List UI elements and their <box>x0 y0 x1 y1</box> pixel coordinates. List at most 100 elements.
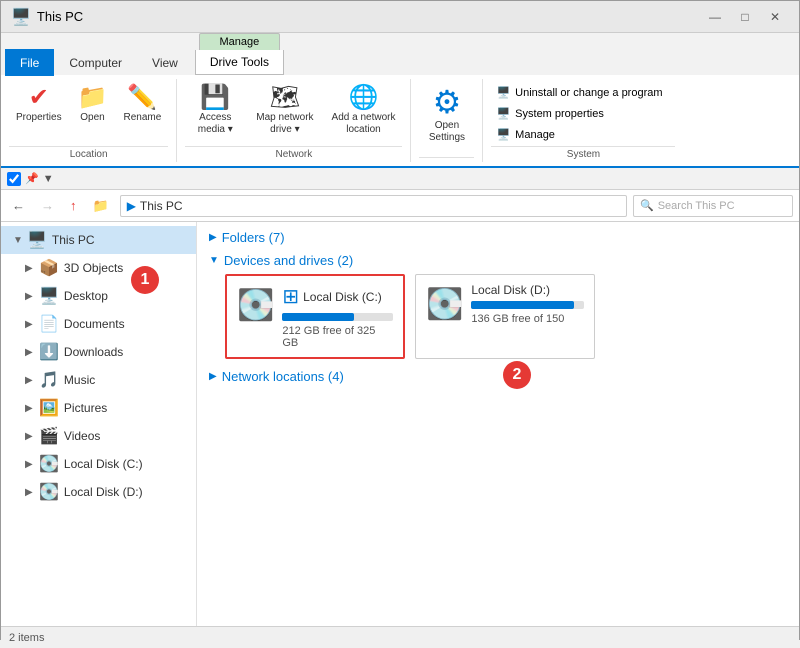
tab-computer[interactable]: Computer <box>54 49 137 76</box>
item-label: Pictures <box>64 401 107 415</box>
title-bar-icon: 🖥️ <box>11 7 31 27</box>
item-icon: 🖥️ <box>39 286 59 306</box>
address-text: This PC <box>140 199 183 213</box>
up-button[interactable]: ↑ <box>65 195 82 216</box>
drives-section-header[interactable]: ▼ Devices and drives (2) <box>209 253 787 268</box>
windows-icon: ⊞ <box>282 284 299 309</box>
item-label: Local Disk (C:) <box>64 457 143 471</box>
sidebar-item-documents[interactable]: ▶📄Documents <box>1 310 196 338</box>
map-drive-label: Map networkdrive ▾ <box>256 112 313 136</box>
properties-button[interactable]: ✔ Properties <box>9 83 69 127</box>
system-properties-label: System properties <box>515 108 604 120</box>
item-label: Music <box>64 373 95 387</box>
drive-card-d[interactable]: 💽 Local Disk (D:) 136 GB free of 150 <box>415 274 595 359</box>
add-network-location-button[interactable]: 🌐 Add a networklocation <box>325 83 403 139</box>
sidebar-item-local-disk-(d:)[interactable]: ▶💽Local Disk (D:) <box>1 478 196 506</box>
add-network-label: Add a networklocation <box>332 112 396 136</box>
maximize-button[interactable]: □ <box>731 6 759 28</box>
location-buttons: ✔ Properties 📁 Open ✏️ Rename <box>9 83 168 144</box>
main-content: ▼🖥️This PC▶📦3D Objects▶🖥️Desktop▶📄Docume… <box>1 222 799 626</box>
open-settings-button[interactable]: ⚙ OpenSettings <box>419 83 474 147</box>
search-placeholder: Search This PC <box>658 200 735 212</box>
sidebar-item-this-pc[interactable]: ▼🖥️This PC <box>1 226 196 254</box>
folders-section-header[interactable]: ▶ Folders (7) <box>209 230 787 245</box>
tab-file[interactable]: File <box>5 49 54 76</box>
item-icon: 🖼️ <box>39 398 59 418</box>
location-button[interactable]: 📁 <box>88 195 114 217</box>
drives-arrow: ▼ <box>209 255 219 266</box>
sidebar-item-downloads[interactable]: ▶⬇️Downloads <box>1 338 196 366</box>
drives-row: 💽 ⊞ Local Disk (C:) 212 GB free of 325 G… <box>225 274 787 359</box>
sidebar-item-local-disk-(c:)[interactable]: ▶💽Local Disk (C:) <box>1 450 196 478</box>
ribbon-group-settings: ⚙ OpenSettings <box>411 79 483 162</box>
map-network-drive-button[interactable]: 🗺 Map networkdrive ▾ <box>249 83 320 139</box>
ribbon-tab-row: File Computer View Manage Drive Tools <box>1 33 799 75</box>
rename-button[interactable]: ✏️ Rename <box>116 83 168 127</box>
access-media-button[interactable]: 💾 Accessmedia ▾ <box>185 83 245 139</box>
drive-d-icon: 💽 <box>426 287 463 322</box>
tab-view[interactable]: View <box>137 49 193 76</box>
expand-arrow-icon: ▶ <box>25 347 37 358</box>
rename-icon: ✏️ <box>127 86 157 110</box>
sidebar-item-videos[interactable]: ▶🎬Videos <box>1 422 196 450</box>
item-icon: 🖥️ <box>27 230 47 250</box>
network-arrow: ▶ <box>209 371 217 382</box>
expand-arrow-icon: ▶ <box>25 319 37 330</box>
title-bar: 🖥️ This PC — □ ✕ <box>1 1 799 33</box>
drive-c-icon: 💽 <box>237 288 274 323</box>
close-button[interactable]: ✕ <box>761 6 789 28</box>
ribbon-group-system: 🖥️ Uninstall or change a program 🖥️ Syst… <box>483 79 683 162</box>
forward-button[interactable]: → <box>36 195 59 216</box>
expand-arrow-icon: ▶ <box>25 403 37 414</box>
sidebar-item-music[interactable]: ▶🎵 Music <box>1 366 196 394</box>
expand-arrow-icon: ▶ <box>25 375 37 386</box>
sidebar-items: ▼🖥️This PC▶📦3D Objects▶🖥️Desktop▶📄Docume… <box>1 226 196 506</box>
drive-c-label: Local Disk (C:) <box>303 290 382 304</box>
system-properties-button[interactable]: 🖥️ System properties <box>491 104 675 123</box>
drive-c-progress-fill <box>282 313 354 321</box>
expand-arrow-icon: ▶ <box>25 431 37 442</box>
item-icon: 🎵 <box>39 370 59 390</box>
network-group-label: Network <box>185 146 402 160</box>
map-drive-icon: 🗺 <box>270 86 300 110</box>
item-count: 2 items <box>9 632 44 644</box>
drive-c-inner: 💽 ⊞ Local Disk (C:) 212 GB free of 325 G… <box>237 284 393 349</box>
item-icon: ⬇️ <box>39 342 59 362</box>
search-box[interactable]: 🔍 Search This PC <box>633 195 793 217</box>
drives-title: Devices and drives (2) <box>224 253 353 268</box>
folder-icon: 📁 <box>78 86 108 110</box>
system-group-label: System <box>491 146 675 160</box>
sidebar-item-3d-objects[interactable]: ▶📦3D Objects <box>1 254 196 282</box>
open-button[interactable]: 📁 Open <box>71 83 115 127</box>
drive-d-free: 136 GB free of 150 <box>471 313 584 325</box>
minimize-button[interactable]: — <box>701 6 729 28</box>
sidebar-item-pictures[interactable]: ▶🖼️ Pictures <box>1 394 196 422</box>
status-bar: 2 items <box>1 626 799 648</box>
manage-button[interactable]: 🖥️ Manage <box>491 125 675 144</box>
network-section-header[interactable]: ▶ Network locations (4) <box>209 369 787 384</box>
tab-drive-tools[interactable]: Drive Tools <box>195 50 284 75</box>
address-path[interactable]: ▶ This PC <box>120 195 627 217</box>
drive-c-name: ⊞ Local Disk (C:) <box>282 284 393 309</box>
sidebar: ▼🖥️This PC▶📦3D Objects▶🖥️Desktop▶📄Docume… <box>1 222 197 626</box>
sidebar-item-desktop[interactable]: ▶🖥️Desktop <box>1 282 196 310</box>
item-icon: 🎬 <box>39 426 59 446</box>
back-button[interactable]: ← <box>7 195 30 216</box>
ribbon: ✔ Properties 📁 Open ✏️ Rename Location 💾 <box>1 75 799 168</box>
drive-c-progress-bg <box>282 313 393 321</box>
drive-c-free: 212 GB free of 325 GB <box>282 325 393 349</box>
drive-card-c[interactable]: 💽 ⊞ Local Disk (C:) 212 GB free of 325 G… <box>225 274 405 359</box>
properties-label: Properties <box>16 112 62 124</box>
drive-d-progress-bg <box>471 301 584 309</box>
manage-icon: 🖥️ <box>496 128 510 141</box>
quick-access-checkbox[interactable] <box>7 172 21 186</box>
search-icon: 🔍 <box>640 199 654 212</box>
address-bar: ← → ↑ 📁 ▶ This PC 🔍 Search This PC <box>1 190 799 222</box>
quick-access-bar: 📌 ▼ <box>1 168 799 190</box>
network-title: Network locations (4) <box>222 369 344 384</box>
uninstall-button[interactable]: 🖥️ Uninstall or change a program <box>491 83 675 102</box>
folders-arrow: ▶ <box>209 232 217 243</box>
ribbon-group-network: 💾 Accessmedia ▾ 🗺 Map networkdrive ▾ 🌐 A… <box>177 79 411 162</box>
manage-label-sys: Manage <box>515 129 555 141</box>
rename-label: Rename <box>123 112 161 124</box>
